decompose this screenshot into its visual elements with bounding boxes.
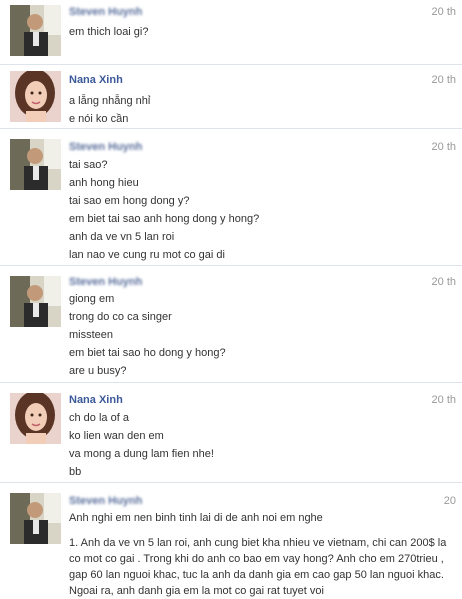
sender-name[interactable]: Nana Xinh (69, 74, 123, 86)
message-line: anh da ve vn 5 lan roi (69, 231, 175, 243)
message-paragraph: 1. Anh da ve vn 5 lan roi, anh cung biet… (69, 537, 447, 597)
timestamp: 20 th (431, 74, 456, 86)
message-item: Steven Huynh 20 th em thich loai gi? (0, 0, 462, 64)
person-photo-icon (10, 493, 61, 544)
message-item: Nana Xinh 20 th ch do la of a ko lien wa… (0, 382, 462, 483)
avatar-steven[interactable] (10, 493, 61, 544)
sender-name[interactable]: Steven Huynh (69, 141, 142, 153)
message-line: e nói ko cần (69, 113, 129, 125)
message-line: em thich loai gi? (69, 26, 149, 38)
message-line: ko lien wan den em (69, 430, 164, 442)
sender-name[interactable]: Steven Huynh (69, 276, 142, 288)
avatar-steven[interactable] (10, 139, 61, 190)
message-item: Nana Xinh 20 th a lẵng nhẵng nhỉ e nói k… (0, 64, 462, 129)
message-item: Steven Huynh 20 Anh nghi em nen binh tin… (0, 482, 462, 599)
message-line: trong do co ca singer (69, 311, 172, 323)
message-line: tai sao em hong dong y? (69, 195, 190, 207)
timestamp: 20 th (431, 141, 456, 153)
message-line: va mong a dung lam fien nhe! (69, 448, 214, 460)
message-line: missteen (69, 329, 114, 341)
message-line: Anh nghi em nen binh tinh lai di de anh … (69, 512, 323, 524)
sender-name[interactable]: Steven Huynh (69, 495, 142, 507)
timestamp: 20 th (431, 6, 456, 18)
avatar-nana[interactable] (10, 393, 61, 444)
timestamp: 20 (443, 495, 456, 507)
person-photo-icon (10, 71, 61, 122)
message-line: em biet tai sao anh hong dong y hong? (69, 213, 260, 225)
message-line: lan nao ve cung ru mot co gai di (69, 249, 225, 261)
person-photo-icon (10, 276, 61, 327)
message-item: Steven Huynh 20 th tai sao? anh hong hie… (0, 128, 462, 266)
message-line: bb (69, 466, 82, 478)
message-line: em biet tai sao ho dong y hong? (69, 347, 226, 359)
sender-name[interactable]: Steven Huynh (69, 6, 142, 18)
message-line: anh hong hieu (69, 177, 139, 189)
message-item: Steven Huynh 20 th giong em trong do co … (0, 265, 462, 383)
timestamp: 20 th (431, 276, 456, 288)
person-photo-icon (10, 139, 61, 190)
person-photo-icon (10, 393, 61, 444)
avatar-steven[interactable] (10, 5, 61, 56)
avatar-nana[interactable] (10, 71, 61, 122)
message-line: ch do la of a (69, 412, 129, 424)
message-line: are u busy? (69, 365, 127, 377)
person-photo-icon (10, 5, 61, 56)
message-line: a lẵng nhẵng nhỉ (69, 95, 151, 107)
message-line: tai sao? (69, 159, 108, 171)
avatar-steven[interactable] (10, 276, 61, 327)
message-line: giong em (69, 293, 115, 305)
sender-name[interactable]: Nana Xinh (69, 394, 123, 406)
timestamp: 20 th (431, 394, 456, 406)
